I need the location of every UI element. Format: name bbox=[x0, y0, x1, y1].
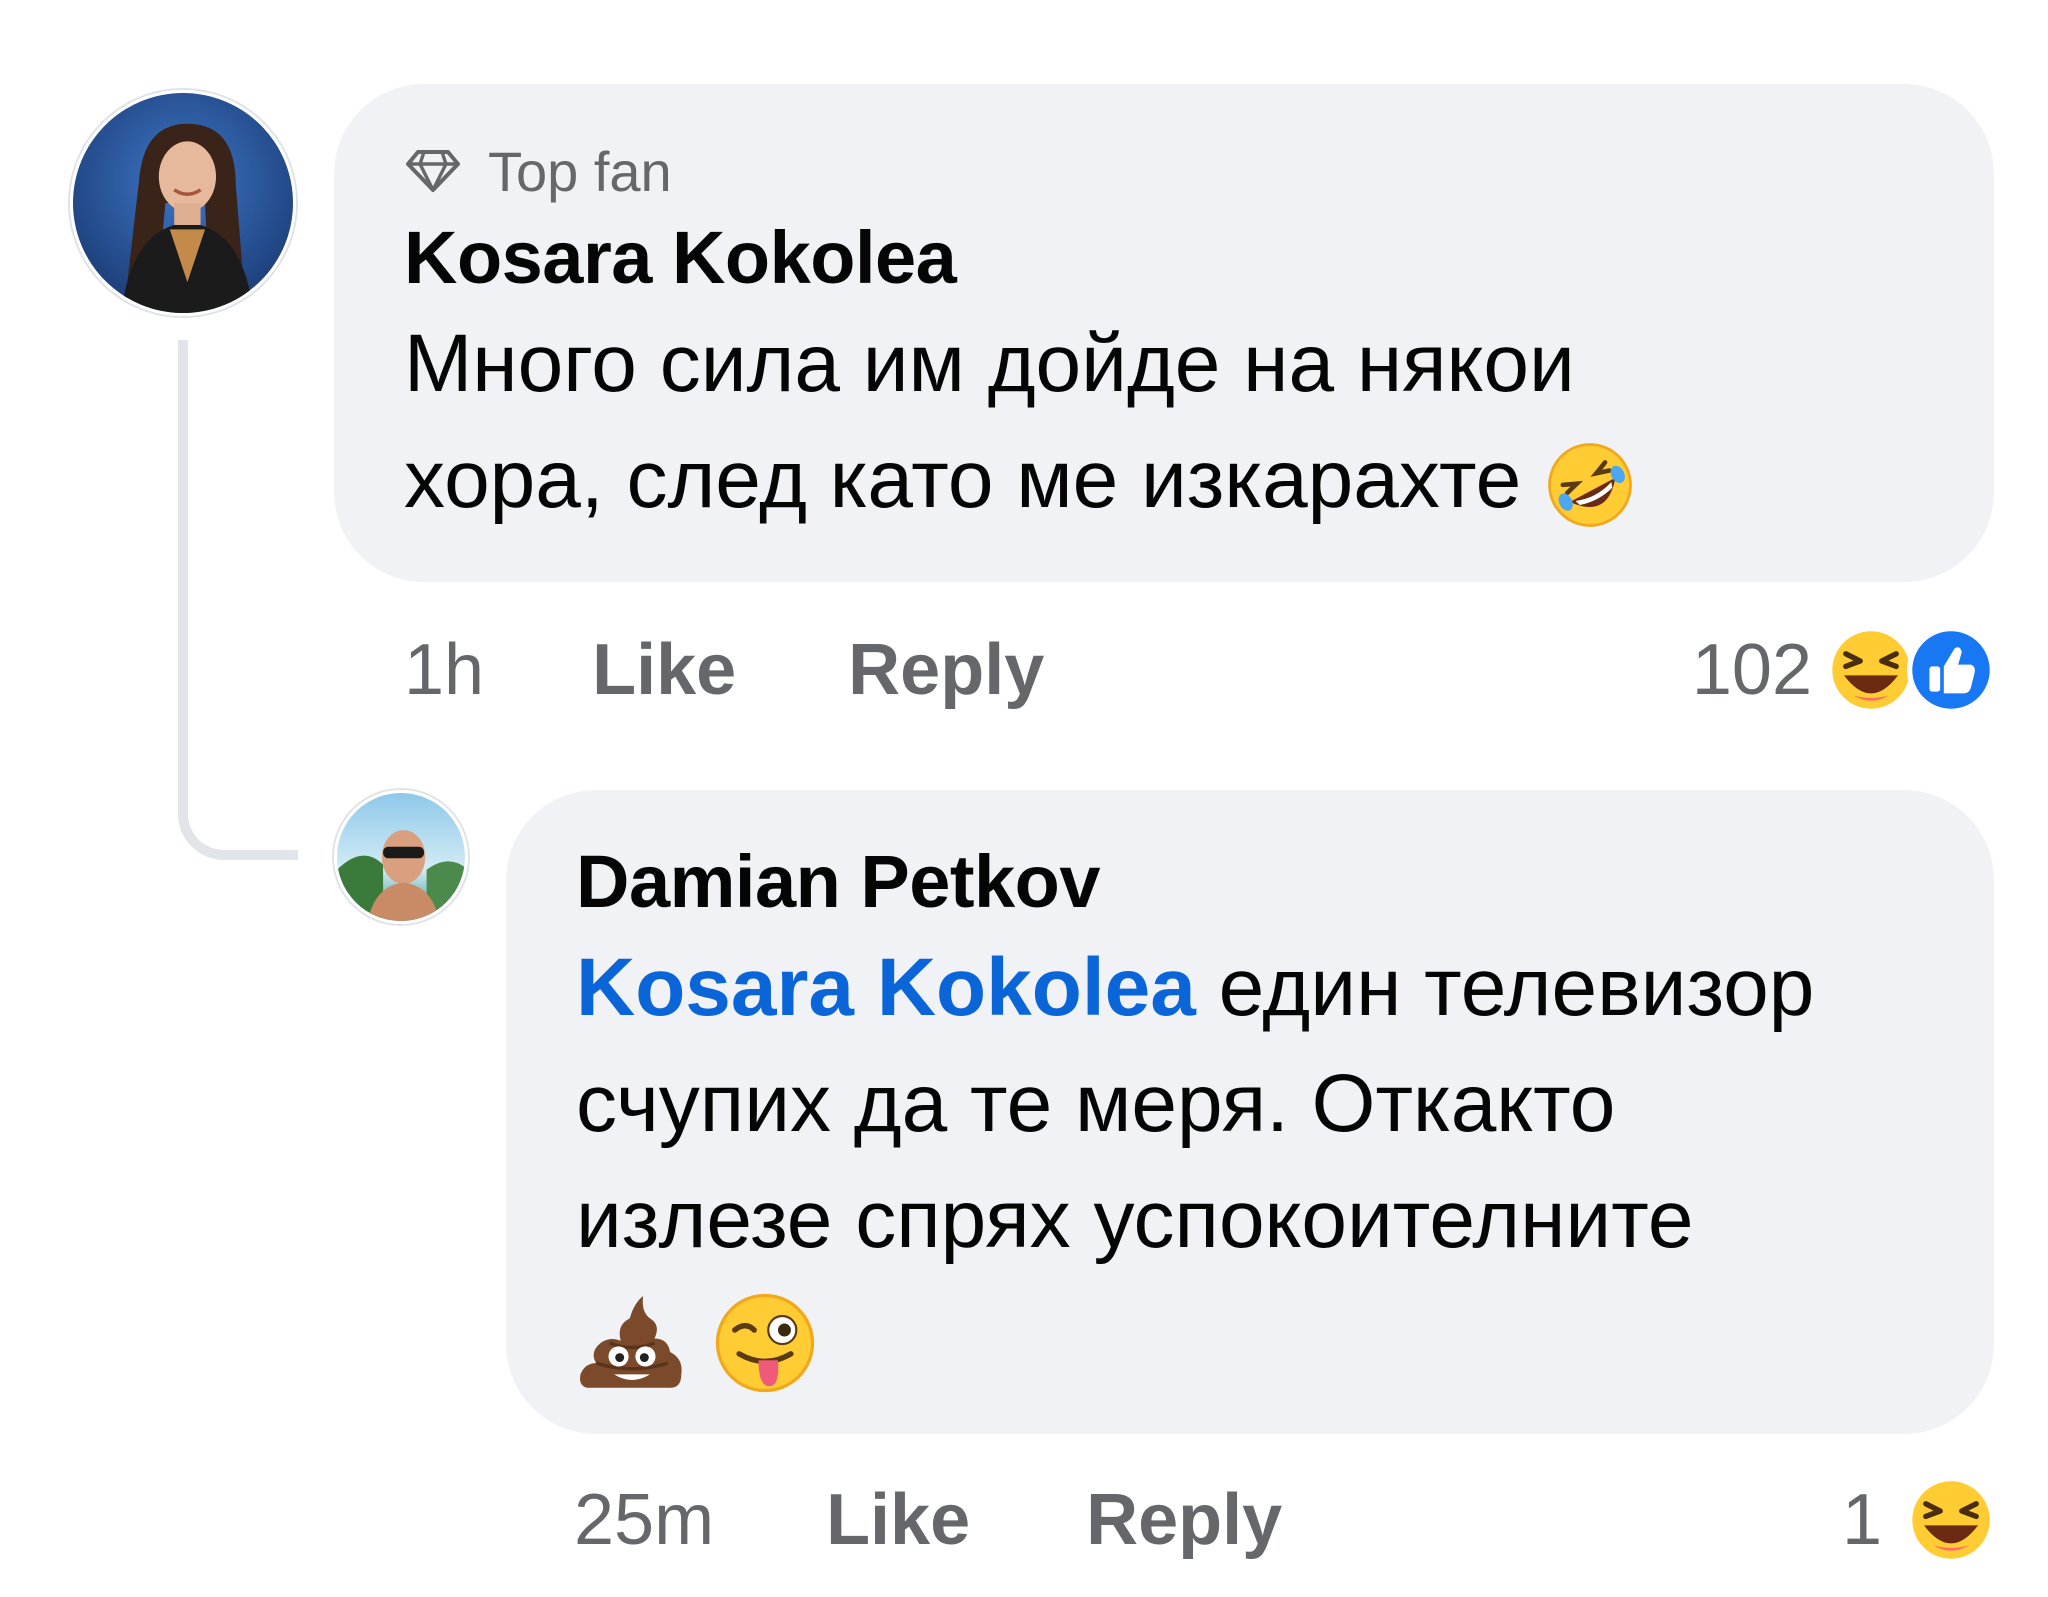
like-button[interactable]: Like bbox=[826, 1479, 970, 1561]
thread-connector-line bbox=[178, 340, 298, 860]
comment-timestamp[interactable]: 1h bbox=[404, 629, 484, 711]
reaction-count: 1 bbox=[1841, 1480, 1882, 1560]
like-button[interactable]: Like bbox=[592, 629, 736, 711]
avatar[interactable] bbox=[70, 90, 296, 316]
reaction-count: 102 bbox=[1691, 630, 1812, 710]
reply-author[interactable]: Damian Petkov bbox=[576, 834, 1924, 930]
reply-button[interactable]: Reply bbox=[848, 629, 1044, 711]
winking-face-with-tongue-emoji bbox=[711, 1289, 819, 1397]
comment-author[interactable]: Kosara Kokolea bbox=[404, 210, 1924, 306]
reply-bubble: Damian Petkov Kosara Kokolea един телеви… bbox=[506, 790, 1994, 1434]
comment-text: Много сила им дойде на някои хора, след … bbox=[404, 306, 1924, 538]
reply-text-line: счупих да те меря. Откакто bbox=[576, 1058, 1616, 1149]
avatar-image bbox=[73, 93, 293, 313]
like-reaction-icon bbox=[1906, 625, 1996, 715]
laughing-reaction-icon bbox=[1826, 625, 1916, 715]
reaction-summary[interactable]: 1 bbox=[1842, 1470, 1996, 1570]
reply-timestamp[interactable]: 25m bbox=[574, 1479, 714, 1561]
avatar-image bbox=[337, 793, 465, 921]
reply-text-line: излезе спрях успокоителните bbox=[576, 1174, 1694, 1265]
diamond-icon bbox=[406, 150, 460, 192]
badge-label: Top fan bbox=[488, 139, 672, 203]
comment-bubble: Top fan Kosara Kokolea Много сила им дой… bbox=[334, 84, 1994, 582]
reply-button[interactable]: Reply bbox=[1086, 1479, 1282, 1561]
comment-actions: 1h Like Reply bbox=[404, 620, 1044, 720]
rolling-on-floor-laughing-emoji bbox=[1544, 439, 1636, 531]
top-fan-badge[interactable]: Top fan bbox=[404, 132, 1924, 210]
comment-text-line: хора, след като ме изкарахте bbox=[404, 434, 1522, 525]
laughing-reaction-icon bbox=[1906, 1475, 1996, 1565]
reply-text-line: един телевизор bbox=[1218, 942, 1815, 1033]
mention-link[interactable]: Kosara Kokolea bbox=[576, 942, 1196, 1033]
avatar[interactable] bbox=[334, 790, 468, 924]
reply-text: Kosara Kokolea един телевизор счупих да … bbox=[576, 930, 1924, 1397]
reply-actions: 25m Like Reply bbox=[574, 1470, 1282, 1570]
comment-text-line: Много сила им дойде на някои bbox=[404, 318, 1575, 409]
reaction-summary[interactable]: 102 bbox=[1692, 620, 1996, 720]
pile-of-poo-emoji bbox=[576, 1291, 688, 1395]
